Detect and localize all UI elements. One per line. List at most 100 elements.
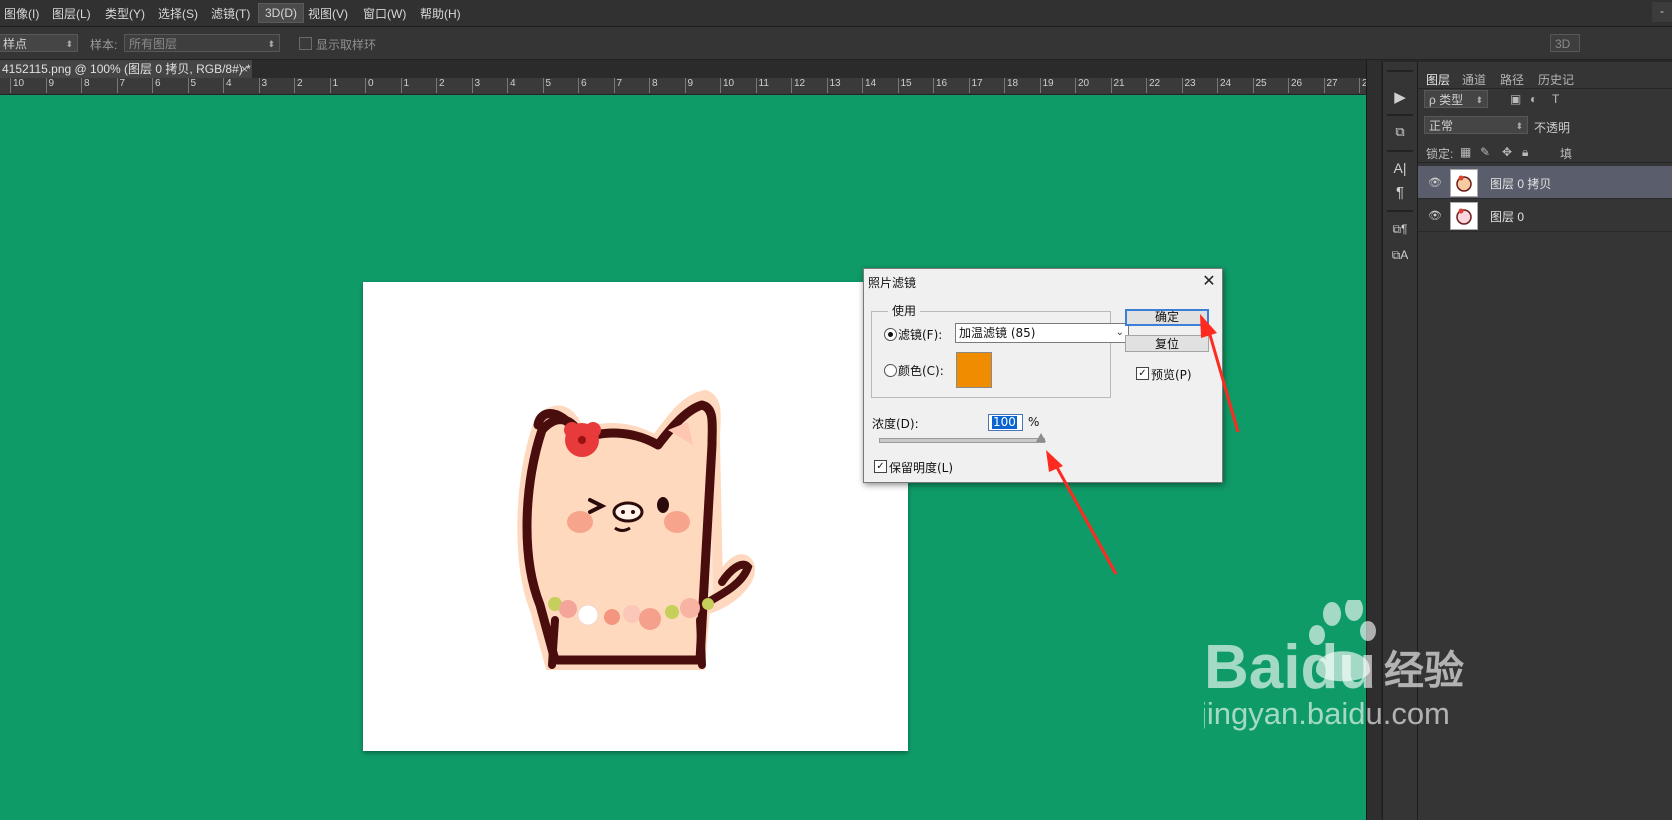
fill-label: 填 — [1560, 147, 1573, 161]
ruler-tick-label: 16 — [932, 78, 948, 93]
photo-filter-dialog: 照片滤镜 ✕ 使用 滤镜(F): 加温滤镜 (85) ⌄ 颜色(C): 浓度(D… — [863, 268, 1223, 483]
menu-type[interactable]: 类型(Y) — [105, 5, 145, 22]
ruler-tick-label: 7 — [613, 78, 623, 93]
baidu-logo: Baidu 经验 jingyan.baidu.com — [1199, 597, 1464, 731]
blend-mode-select[interactable]: 正常 ⬍ — [1424, 116, 1528, 134]
watermark-brand: Baidu — [1204, 633, 1376, 702]
layer-row[interactable]: 👁︎ 图层 0 拷贝 — [1418, 166, 1672, 199]
ok-button[interactable]: 确定 — [1125, 309, 1209, 326]
ruler-tick-label: 10 — [719, 78, 735, 93]
window-minimize-button[interactable]: - — [1652, 2, 1672, 22]
density-input[interactable]: 100 — [988, 414, 1023, 431]
tab-layers[interactable]: 图层 — [1426, 71, 1450, 88]
ruler-tick-label: 5 — [187, 78, 197, 93]
show-ring-checkbox[interactable] — [299, 37, 312, 50]
ruler-tick-label: 0 — [365, 78, 374, 93]
3d-mode-button[interactable]: 3D — [1550, 34, 1580, 52]
ruler-tick-label: 4 — [507, 78, 516, 93]
ruler-tick-label: 11 — [755, 78, 769, 93]
menu-help[interactable]: 帮助(H) — [420, 5, 461, 22]
menu-filter[interactable]: 滤镜(T) — [211, 5, 250, 22]
ruler-tick-label: 26 — [1287, 78, 1303, 93]
preserve-luminosity-checkbox[interactable]: ✓ — [874, 460, 887, 473]
tab-history[interactable]: 历史记 — [1538, 71, 1574, 88]
color-swatch[interactable] — [956, 352, 992, 388]
character-styles-icon[interactable]: ⧉A — [1383, 248, 1417, 263]
ruler-tick-label: 22 — [1145, 78, 1161, 93]
menu-select[interactable]: 选择(S) — [158, 5, 198, 22]
eye-icon[interactable]: 👁︎ — [1428, 176, 1442, 189]
filter-radio-label: 滤镜(F): — [898, 328, 943, 342]
percent-label: % — [1028, 415, 1040, 429]
ruler-tick-label: 20 — [1074, 78, 1090, 93]
ruler-tick-label: 25 — [1252, 78, 1267, 93]
layer-thumbnail — [1450, 169, 1478, 197]
ruler-tick-label: 5 — [542, 78, 552, 93]
ruler-tick-label: 13 — [826, 78, 841, 93]
sample-size-value: 样点 — [3, 37, 28, 51]
ruler-tick-label: 24 — [1216, 78, 1232, 93]
ruler-tick-label: 9 — [45, 78, 55, 93]
filter-radio[interactable] — [884, 328, 897, 341]
preview-label: 预览(P) — [1151, 368, 1192, 382]
tab-channels[interactable]: 通道 — [1462, 71, 1486, 88]
chevron-updown-icon: ⬍ — [1515, 121, 1523, 131]
image-filter-icon[interactable]: ▣ — [1510, 92, 1521, 106]
document-canvas[interactable] — [363, 282, 908, 751]
document-tab[interactable]: 4152115.png @ 100% (图层 0 拷贝, RGB/8#) * × — [0, 60, 252, 78]
ruler-tick-label: 1 — [329, 78, 339, 93]
lock-pixels-icon[interactable]: ▦ — [1460, 145, 1471, 159]
layer-row[interactable]: 👁︎ 图层 0 — [1418, 199, 1672, 232]
sample-label: 样本: — [90, 38, 118, 52]
ruler-tick-label: 8 — [81, 78, 90, 93]
baidu-jingyan-watermark: Baidu 经验 jingyan.baidu.com — [1199, 597, 1504, 740]
lock-all-icon[interactable]: 🔒︎ — [1522, 145, 1528, 160]
layer-name: 图层 0 拷贝 — [1490, 177, 1552, 191]
options-bar: 样点 ⬍ 样本: 所有图层 ⬍ 显示取样环 3D — [0, 27, 1672, 60]
menu-view[interactable]: 视图(V) — [308, 5, 348, 22]
density-slider-thumb[interactable] — [1036, 433, 1046, 442]
type-filter-icon[interactable]: T — [1552, 92, 1559, 106]
show-ring-label: 显示取样环 — [316, 38, 377, 52]
sample-layers-value: 所有图层 — [129, 37, 178, 51]
layer-name: 图层 0 — [1490, 210, 1525, 224]
close-icon[interactable]: ✕ — [1200, 271, 1218, 290]
reset-button[interactable]: 复位 — [1125, 335, 1209, 352]
preview-checkbox[interactable]: ✓ — [1136, 367, 1149, 380]
menu-3d[interactable]: 3D(D) — [258, 3, 304, 23]
ruler-tick-label: 3 — [258, 78, 268, 93]
close-icon[interactable]: × — [241, 60, 248, 78]
color-radio[interactable] — [884, 364, 897, 377]
chevron-updown-icon: ⬍ — [1475, 95, 1483, 105]
layer-thumbnail — [1450, 202, 1478, 230]
eye-icon[interactable]: 👁︎ — [1428, 209, 1442, 222]
pig-sticker-illustration — [517, 389, 755, 670]
ruler-tick-label: 4 — [223, 78, 232, 93]
color-radio-label: 颜色(C): — [898, 364, 944, 378]
menu-image[interactable]: 图像(I) — [4, 5, 39, 22]
ruler-tick-label: 17 — [968, 78, 983, 93]
paragraph-styles-icon[interactable]: ⧉¶ — [1383, 222, 1417, 237]
tab-paths[interactable]: 路径 — [1500, 71, 1524, 88]
lock-position-icon[interactable]: ✥ — [1502, 145, 1512, 159]
watermark-url: jingyan.baidu.com — [1204, 696, 1450, 731]
lock-brush-icon[interactable]: ✎ — [1480, 145, 1490, 159]
play-icon[interactable]: ▶ — [1383, 88, 1417, 106]
character-icon[interactable]: A| — [1383, 160, 1417, 176]
3d-cube-icon[interactable]: ⧉ — [1383, 124, 1417, 140]
watermark-cn: 经验 — [1384, 648, 1464, 694]
horizontal-ruler: 10 9 8 7 6 5 4 3 2 1 0 1 2 3 4 5 6 7 8 9 10 11 12 13 14 15 16 17 18 1… — [0, 78, 1366, 95]
layer-filter-value: ρ 类型 — [1429, 93, 1464, 107]
layer-filter-select[interactable]: ρ 类型 ⬍ — [1424, 90, 1488, 108]
lock-label: 锁定: — [1426, 147, 1454, 161]
adjustment-filter-icon[interactable]: ◐ — [1530, 92, 1537, 106]
sample-layers-select[interactable]: 所有图层 ⬍ — [124, 34, 280, 52]
density-slider-track[interactable] — [879, 438, 1045, 443]
chevron-updown-icon: ⬍ — [267, 39, 275, 49]
menu-window[interactable]: 窗口(W) — [363, 5, 406, 22]
paragraph-icon[interactable]: ¶ — [1383, 184, 1417, 201]
ruler-tick-label: 14 — [861, 78, 877, 93]
sample-size-select[interactable]: 样点 ⬍ — [0, 34, 78, 52]
filter-select[interactable]: 加温滤镜 (85) ⌄ — [955, 323, 1129, 343]
menu-layer[interactable]: 图层(L) — [52, 5, 91, 22]
